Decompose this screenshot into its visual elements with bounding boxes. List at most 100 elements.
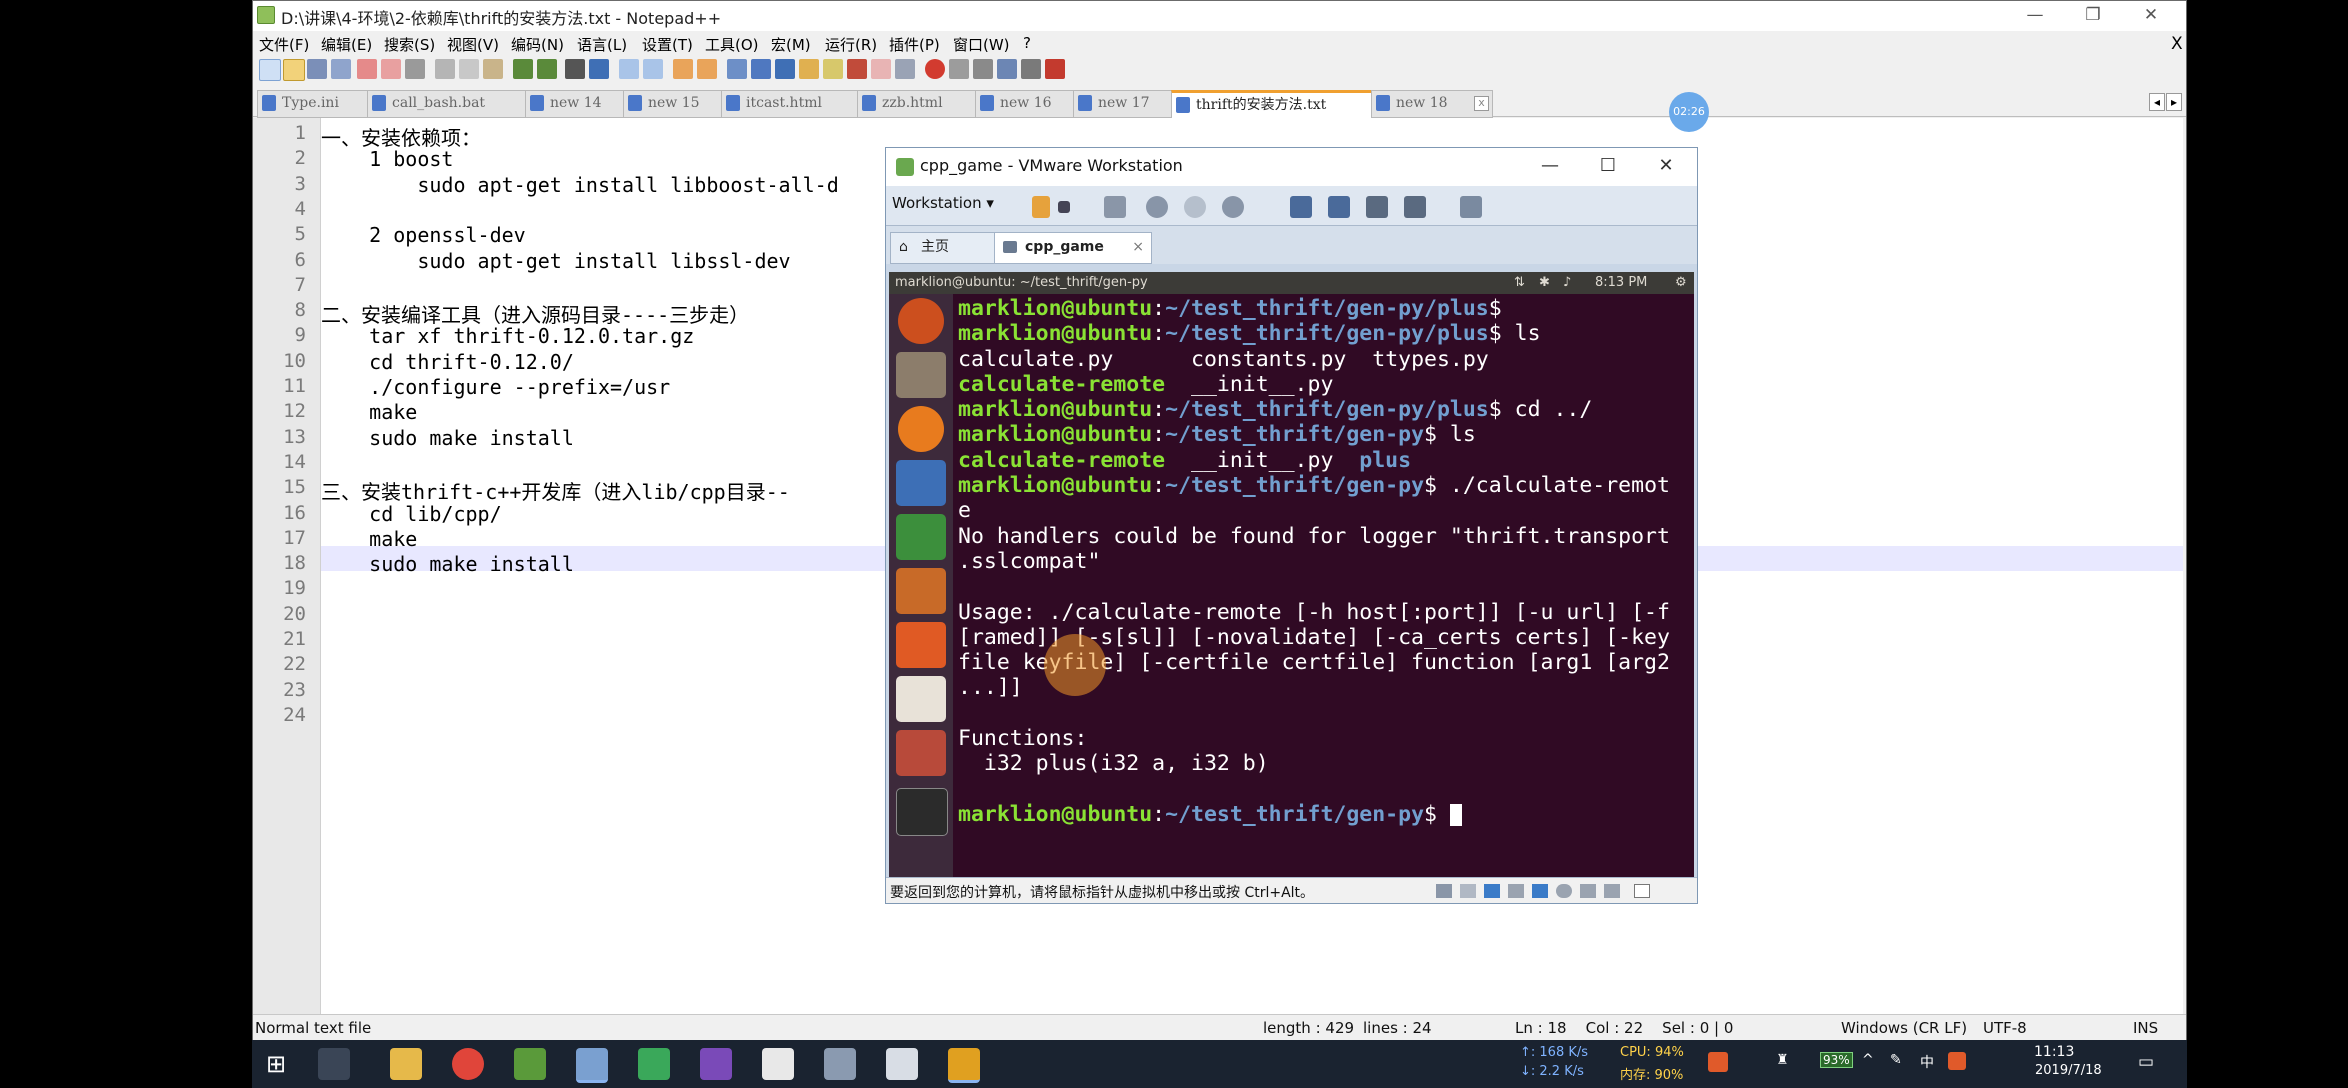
save-all-icon[interactable]	[331, 59, 351, 79]
new-file-icon[interactable]	[259, 59, 281, 81]
undo-icon[interactable]	[513, 59, 533, 79]
send-ctrl-alt-del-icon[interactable]	[1104, 196, 1126, 218]
tab-close-icon[interactable]: ×	[1132, 233, 1144, 261]
sync-v-icon[interactable]	[673, 59, 693, 79]
cut-icon[interactable]	[435, 59, 455, 79]
tab-new-18[interactable]: new 18 x	[1371, 90, 1493, 118]
menu-file[interactable]: 文件(F)	[259, 34, 309, 55]
tab-call-bash[interactable]: call_bash.batx	[367, 90, 549, 118]
clock-time[interactable]: 11:13	[2034, 1044, 2074, 1060]
menu-window[interactable]: 窗口(W)	[953, 34, 1010, 55]
workstation-menu-button[interactable]: Workstation ▾	[892, 194, 994, 220]
notification-icon[interactable]: ▭	[2138, 1052, 2154, 1072]
paste-icon[interactable]	[483, 59, 503, 79]
cdrom-icon[interactable]	[1460, 884, 1476, 898]
bluetooth-icon[interactable]: ✱	[1539, 275, 1550, 290]
menu-help[interactable]: ?	[1023, 34, 1031, 52]
volume-icon[interactable]: ♪	[1563, 275, 1571, 290]
battery-indicator[interactable]: 93%	[1820, 1052, 1853, 1068]
notes-icon[interactable]	[1634, 884, 1650, 898]
run-macro-multiple-icon[interactable]	[997, 59, 1017, 79]
qt-creator-icon[interactable]	[638, 1048, 670, 1080]
replace-icon[interactable]	[589, 59, 609, 79]
ubuntu-dash-icon[interactable]	[898, 298, 944, 344]
task-view-icon[interactable]	[318, 1048, 350, 1080]
menu-tools[interactable]: 工具(O)	[705, 34, 759, 55]
show-library-icon[interactable]	[1290, 196, 1312, 218]
person-icon[interactable]: ♜	[1776, 1052, 1789, 1068]
npp-close-button[interactable]: ✕	[2128, 1, 2174, 31]
message-log-icon[interactable]	[1604, 884, 1620, 898]
udl-icon[interactable]	[799, 59, 819, 79]
hdd-icon[interactable]	[1436, 884, 1452, 898]
sync-h-icon[interactable]	[697, 59, 717, 79]
chevron-down-icon[interactable]	[1058, 201, 1070, 213]
menu-settings[interactable]: 设置(T)	[642, 34, 693, 55]
menu-language[interactable]: 语言(L)	[577, 34, 627, 55]
unity-icon[interactable]	[1404, 196, 1426, 218]
terminal-icon[interactable]	[896, 788, 948, 836]
chrome-icon[interactable]	[452, 1048, 484, 1080]
close-file-icon[interactable]	[357, 59, 377, 79]
terminal[interactable]: marklion@ubuntu:~/test_thrift/gen-py/plu…	[953, 294, 1694, 877]
full-screen-icon[interactable]	[1366, 196, 1388, 218]
system-settings-icon[interactable]	[896, 730, 946, 776]
tab-scroll-left-button[interactable]: ◂	[2149, 93, 2165, 111]
npp-maximize-button[interactable]: ❐	[2070, 1, 2116, 31]
show-all-chars-icon[interactable]	[751, 59, 771, 79]
files-icon[interactable]	[896, 352, 946, 398]
copy-icon[interactable]	[459, 59, 479, 79]
print-icon[interactable]	[405, 59, 425, 79]
word-wrap-icon[interactable]	[727, 59, 747, 79]
software-center-icon[interactable]	[896, 622, 946, 668]
network-icon[interactable]: ⇅	[1514, 275, 1525, 290]
sogou-input-icon[interactable]	[1948, 1052, 1966, 1070]
printer-icon[interactable]	[1508, 884, 1524, 898]
tab-cpp-game[interactable]: cpp_game ×	[994, 232, 1152, 264]
photos-icon[interactable]	[886, 1048, 918, 1080]
record-macro-icon[interactable]	[925, 59, 945, 79]
revert-snapshot-icon[interactable]	[1184, 196, 1206, 218]
npp-minimize-button[interactable]: —	[2012, 1, 2058, 31]
vmware-maximize-button[interactable]: ☐	[1587, 152, 1629, 180]
libreoffice-impress-icon[interactable]	[896, 568, 946, 614]
slides-icon[interactable]	[948, 1048, 980, 1083]
zoom-in-icon[interactable]	[619, 59, 639, 79]
vmware-close-button[interactable]: ✕	[1645, 152, 1687, 180]
firefox-icon[interactable]	[898, 406, 944, 452]
monitoring-icon[interactable]	[895, 59, 915, 79]
ubuntu-clock[interactable]: 8:13 PM	[1595, 275, 1647, 290]
npp-doc-close-button[interactable]: X	[2171, 34, 2183, 54]
usb-icon[interactable]	[1532, 884, 1548, 898]
windows-start-icon[interactable]: ⊞	[260, 1048, 292, 1080]
libreoffice-writer-icon[interactable]	[896, 460, 946, 506]
indent-guide-icon[interactable]	[775, 59, 795, 79]
close-all-icon[interactable]	[381, 59, 401, 79]
snapshot-manager-icon[interactable]	[1222, 196, 1244, 218]
save-icon[interactable]	[307, 59, 327, 79]
vm-guest-display[interactable]: marklion@ubuntu: ~/test_thrift/gen-py ⇅ …	[889, 272, 1694, 877]
spellcheck-icon[interactable]	[1045, 59, 1065, 79]
open-file-icon[interactable]	[283, 59, 305, 81]
thumbnail-bar-icon[interactable]	[1328, 196, 1350, 218]
tab-scroll-right-button[interactable]: ▸	[2166, 93, 2182, 111]
doc-map-icon[interactable]	[823, 59, 843, 79]
pause-icon[interactable]	[1032, 196, 1050, 218]
clock-date[interactable]: 2019/7/18	[2035, 1063, 2102, 1078]
libreoffice-calc-icon[interactable]	[896, 514, 946, 560]
file-explorer-icon[interactable]	[390, 1048, 422, 1080]
visual-studio-icon[interactable]	[700, 1048, 732, 1080]
console-view-icon[interactable]	[1460, 196, 1482, 218]
chevron-up-icon[interactable]: ^	[1862, 1052, 1874, 1068]
menu-encoding[interactable]: 编码(N)	[511, 34, 564, 55]
sound-icon[interactable]	[1556, 884, 1572, 898]
folder-workspace-icon[interactable]	[871, 59, 891, 79]
stop-macro-icon[interactable]	[949, 59, 969, 79]
network-adapter-icon[interactable]	[1484, 884, 1500, 898]
zoom-out-icon[interactable]	[643, 59, 663, 79]
menu-search[interactable]: 搜索(S)	[384, 34, 435, 55]
menu-view[interactable]: 视图(V)	[447, 34, 499, 55]
ime-indicator[interactable]: 中	[1920, 1052, 1934, 1072]
function-list-icon[interactable]	[847, 59, 867, 79]
redo-icon[interactable]	[537, 59, 557, 79]
